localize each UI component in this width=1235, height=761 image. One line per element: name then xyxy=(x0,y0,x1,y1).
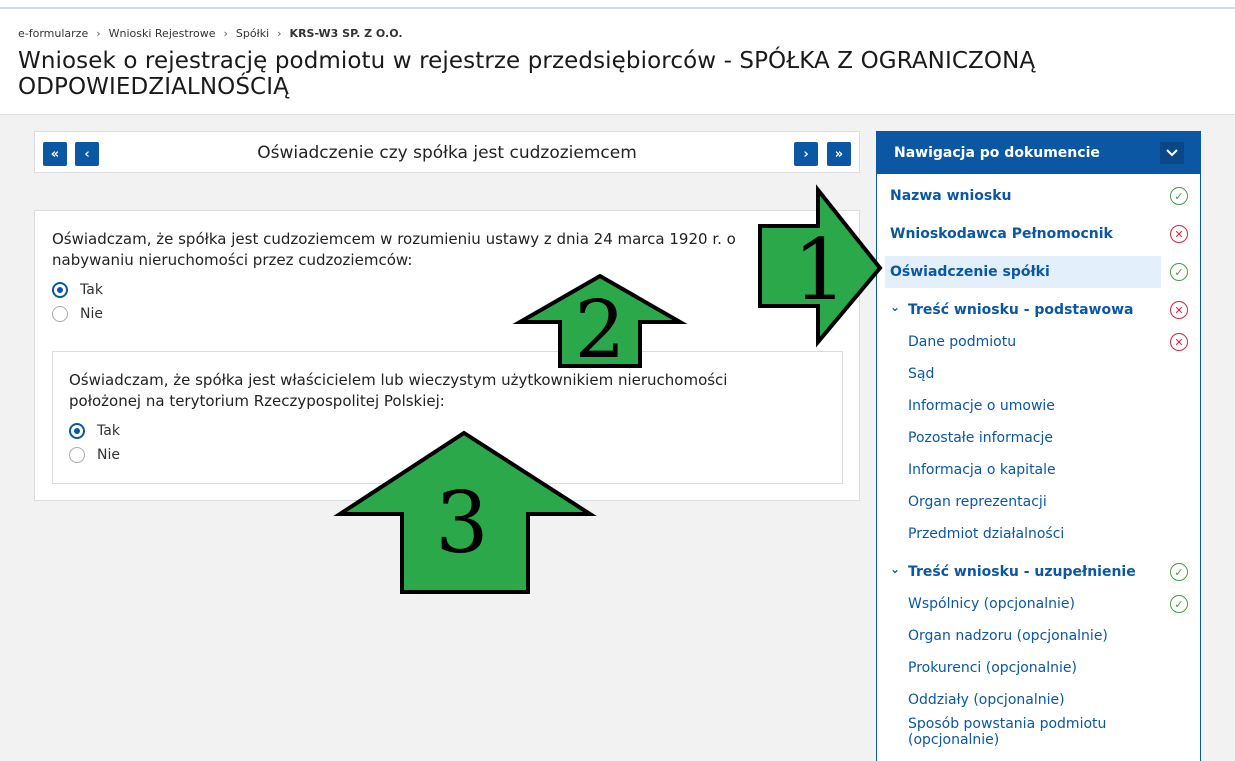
radio-unchecked-icon[interactable] xyxy=(69,447,85,463)
nav-item-label: Pozostałe informacje xyxy=(908,430,1054,446)
nav-item-label: Wnioskodawca Pełnomocnik xyxy=(890,226,1113,242)
nav-item[interactable]: Organ reprezentacji xyxy=(877,486,1202,518)
nav-item-label: Oddziały (opcjonalnie) xyxy=(908,692,1065,708)
nav-item-label: Organ reprezentacji xyxy=(908,494,1047,510)
nav-item[interactable]: Pozostałe informacje xyxy=(877,422,1202,454)
nav-item-label: Informacje o umowie xyxy=(908,398,1055,414)
question-foreigner-label: Oświadczam, że spółka jest cudzoziemcem … xyxy=(52,230,736,269)
radio-property-yes[interactable]: Tak xyxy=(69,423,120,439)
radio-label-no: Nie xyxy=(97,447,120,463)
nav-item-label: Sposób powstania podmiotu (opcjonalnie) xyxy=(908,716,1107,748)
radio-foreigner-yes[interactable]: Tak xyxy=(52,282,103,298)
nav-header: Nawigacja po dokumencie xyxy=(877,132,1200,174)
radio-label-yes: Tak xyxy=(97,423,120,439)
question-property-label: Oświadczam, że spółka jest właścicielem … xyxy=(69,371,728,410)
radio-unchecked-icon[interactable] xyxy=(52,306,68,322)
check-circle-icon: ✓ xyxy=(1170,263,1188,281)
page-title: Wniosek o rejestrację podmiotu w rejestr… xyxy=(18,48,1036,100)
nav-item[interactable]: Oddziały (opcjonalnie) xyxy=(877,684,1202,716)
nav-item-label: Oświadczenie spółki xyxy=(890,264,1050,280)
section-pager: « ‹ Oświadczenie czy spółka jest cudzozi… xyxy=(34,131,860,173)
next-section-button[interactable]: › xyxy=(794,142,818,166)
property-subsection: Oświadczam, że spółka jest właścicielem … xyxy=(52,351,843,484)
nav-item[interactable]: Organ nadzoru (opcjonalnie) xyxy=(877,620,1202,652)
breadcrumb: e-formularze › Wnioski Rejestrowe › Spół… xyxy=(18,27,403,40)
check-circle-icon: ✓ xyxy=(1170,187,1188,205)
collapse-nav-button[interactable] xyxy=(1160,142,1184,164)
error-circle-icon: ✕ xyxy=(1170,301,1188,319)
nav-item[interactable]: ⌄ Treść wniosku - podstawowa ✕ xyxy=(877,294,1202,326)
section-title: Oświadczenie czy spółka jest cudzoziemce… xyxy=(257,143,637,163)
check-circle-icon: ✓ xyxy=(1170,563,1188,581)
nav-item-label: Sąd xyxy=(908,366,935,382)
breadcrumb-item-spolki[interactable]: Spółki xyxy=(236,27,269,40)
page-header: e-formularze › Wnioski Rejestrowe › Spół… xyxy=(0,9,1235,115)
nav-item[interactable]: ⌄ Treść wniosku - uzupełnienie ✓ xyxy=(877,556,1202,588)
nav-item[interactable]: Informacja o kapitale xyxy=(877,454,1202,486)
nav-item-label: Informacja o kapitale xyxy=(908,462,1056,478)
nav-item[interactable]: Informacje o umowie xyxy=(877,390,1202,422)
breadcrumb-item-wnioski[interactable]: Wnioski Rejestrowe xyxy=(109,27,216,40)
chevron-right-icon: › xyxy=(223,27,228,40)
nav-item[interactable]: Sąd xyxy=(877,358,1202,390)
nav-header-title: Nawigacja po dokumencie xyxy=(894,145,1100,161)
breadcrumb-item-current: KRS-W3 SP. Z O.O. xyxy=(289,27,403,40)
declaration-section: Oświadczam, że spółka jest cudzoziemcem … xyxy=(34,210,860,501)
last-section-button[interactable]: » xyxy=(827,142,851,166)
nav-item-label: Przedmiot działalności xyxy=(908,526,1065,542)
nav-item[interactable]: Oświadczenie spółki ✓ xyxy=(877,256,1202,288)
nav-item[interactable]: Wspólnicy (opcjonalnie) ✓ xyxy=(877,588,1202,620)
nav-item[interactable]: Sposób powstania podmiotu (opcjonalnie) xyxy=(877,716,1202,748)
nav-item-label: Wspólnicy (opcjonalnie) xyxy=(908,596,1075,612)
error-circle-icon: ✕ xyxy=(1170,225,1188,243)
nav-item[interactable]: Prokurenci (opcjonalnie) xyxy=(877,652,1202,684)
top-border xyxy=(0,0,1235,9)
radio-label-no: Nie xyxy=(80,306,103,322)
breadcrumb-item-eformularze[interactable]: e-formularze xyxy=(18,27,88,40)
radio-foreigner-no[interactable]: Nie xyxy=(52,306,103,322)
radio-checked-icon[interactable] xyxy=(69,423,85,439)
chevron-right-icon: › xyxy=(277,27,282,40)
radio-property-no[interactable]: Nie xyxy=(69,447,120,463)
chevron-down-icon xyxy=(1166,149,1178,157)
nav-item-label: Prokurenci (opcjonalnie) xyxy=(908,660,1077,676)
error-circle-icon: ✕ xyxy=(1170,333,1188,351)
nav-item-label: Organ nadzoru (opcjonalnie) xyxy=(908,628,1108,644)
nav-item-label: Dane podmiotu xyxy=(908,334,1017,350)
check-circle-icon: ✓ xyxy=(1170,595,1188,613)
chevron-down-icon[interactable]: ⌄ xyxy=(890,300,908,314)
nav-item-label: Nazwa wniosku xyxy=(890,188,1012,204)
chevron-right-icon: › xyxy=(96,27,101,40)
radio-checked-icon[interactable] xyxy=(52,282,68,298)
nav-item[interactable]: Nazwa wniosku ✓ xyxy=(877,180,1202,212)
nav-item-label: Treść wniosku - uzupełnienie xyxy=(908,564,1136,580)
nav-item[interactable]: Dane podmiotu ✕ xyxy=(877,326,1202,358)
document-navigation: Nawigacja po dokumencie Nazwa wniosku ✓ Wn… xyxy=(876,131,1201,761)
nav-item[interactable]: Wnioskodawca Pełnomocnik ✕ xyxy=(877,218,1202,250)
radio-label-yes: Tak xyxy=(80,282,103,298)
nav-item-label: Treść wniosku - podstawowa xyxy=(908,302,1134,318)
chevron-down-icon[interactable]: ⌄ xyxy=(890,562,908,576)
nav-item[interactable]: Przedmiot działalności xyxy=(877,518,1202,550)
